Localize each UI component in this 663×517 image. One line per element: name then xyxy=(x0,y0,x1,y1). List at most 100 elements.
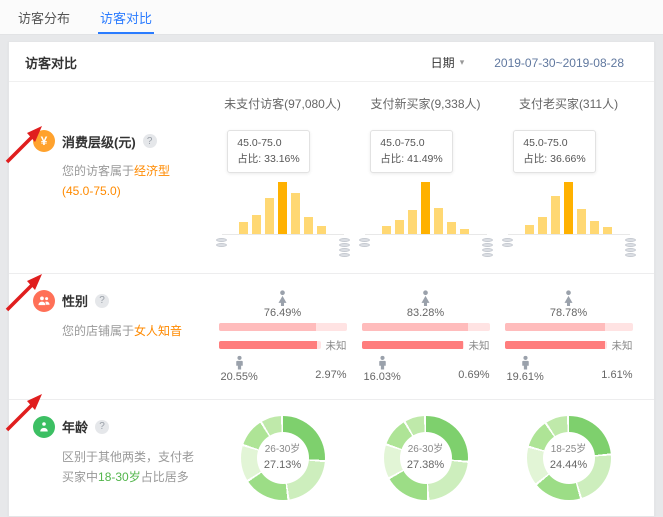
bar xyxy=(265,198,274,233)
female-icon xyxy=(275,290,290,306)
top-tab-bar: 访客分布 访客对比 xyxy=(0,0,663,35)
histogram xyxy=(222,182,344,235)
gender-chart-old-buyers: 78.78% 未知 19.61% 1.61% xyxy=(505,290,633,383)
column-header-new-buyers: 支付新买家(9,338人) xyxy=(354,95,497,112)
date-dropdown-label: 日期 xyxy=(431,54,455,71)
coin-stack-large-icon xyxy=(625,238,636,257)
date-dropdown[interactable]: 日期 ▾ xyxy=(431,54,465,71)
coin-stack-large-icon xyxy=(339,238,350,257)
help-icon[interactable]: ? xyxy=(143,134,157,148)
bar xyxy=(551,196,560,233)
bar xyxy=(460,229,469,234)
male-percent: 19.61% xyxy=(507,371,544,383)
chart-tooltip: 45.0-75.0 占比: 41.49% xyxy=(370,130,452,173)
bar xyxy=(525,225,534,233)
bar xyxy=(291,193,300,233)
gender-row-title: 性别 xyxy=(62,291,88,310)
bar xyxy=(577,209,586,234)
female-percent: 83.28% xyxy=(362,307,490,319)
consumption-row-title: 消费层级(元) xyxy=(62,132,136,151)
consumption-row-desc: 您的访客属于经济型(45.0-75.0) xyxy=(33,161,198,202)
age-row-title: 年龄 xyxy=(62,417,88,436)
consumption-chart-new-buyers: 45.0-75.0 占比: 41.49% xyxy=(354,130,497,257)
male-icon xyxy=(233,355,246,370)
female-bar xyxy=(219,323,347,331)
male-icon xyxy=(376,355,389,370)
bar xyxy=(408,210,417,234)
highlight-bar xyxy=(421,182,430,234)
consumption-label-block: ¥ 消费层级(元) ? 您的访客属于经济型(45.0-75.0) xyxy=(23,130,211,257)
gender-stacked-bar xyxy=(219,341,321,349)
unknown-label: 未知 xyxy=(326,338,347,353)
donut-center-label: 26-30岁 27.13% xyxy=(257,432,309,484)
female-icon xyxy=(561,290,576,306)
age-row-desc: 区别于其他两类，支付老买家中18-30岁占比居多 xyxy=(33,447,198,488)
female-bar xyxy=(362,323,490,331)
tab-visitor-distribution[interactable]: 访客分布 xyxy=(18,0,70,34)
bar xyxy=(538,217,547,234)
row-consumption-level: ¥ 消费层级(元) ? 您的访客属于经济型(45.0-75.0) 45.0-75… xyxy=(9,114,654,273)
gender-stacked-bar xyxy=(362,341,464,349)
donut-center-label: 26-30岁 27.38% xyxy=(400,432,452,484)
date-range-value[interactable]: 2019-07-30~2019-08-28 xyxy=(494,56,624,70)
people-icon xyxy=(33,290,55,312)
age-highlight-text: 18-30岁 xyxy=(98,470,141,484)
histogram xyxy=(508,182,630,235)
chart-tooltip: 45.0-75.0 占比: 33.16% xyxy=(227,130,309,173)
help-icon[interactable]: ? xyxy=(95,294,109,308)
coin-stack-small-icon xyxy=(359,238,370,257)
coin-stack-large-icon xyxy=(482,238,493,257)
female-percent: 78.78% xyxy=(505,307,633,319)
age-label-block: 年龄 ? 区别于其他两类，支付老买家中18-30岁占比居多 xyxy=(23,416,211,500)
gender-stacked-bar xyxy=(505,341,607,349)
consumption-chart-old-buyers: 45.0-75.0 占比: 36.66% xyxy=(497,130,640,257)
gender-label-block: 性别 ? 您的店铺属于女人知音 xyxy=(23,290,211,383)
coin-stack-small-icon xyxy=(216,238,227,257)
bar xyxy=(239,222,248,234)
row-age: 年龄 ? 区别于其他两类，支付老买家中18-30岁占比居多 26-30岁 27.… xyxy=(9,399,654,516)
tab-visitor-comparison[interactable]: 访客对比 xyxy=(100,0,152,34)
gender-highlight-text: 女人知音 xyxy=(134,324,182,338)
coin-stack-small-icon xyxy=(502,238,513,257)
help-icon[interactable]: ? xyxy=(95,420,109,434)
unknown-percent: 1.61% xyxy=(601,369,632,381)
bar xyxy=(447,222,456,234)
chevron-down-icon: ▾ xyxy=(460,57,465,68)
female-percent: 76.49% xyxy=(219,307,347,319)
bar xyxy=(382,226,391,234)
yuan-coin-icon: ¥ xyxy=(33,130,55,152)
bar xyxy=(317,226,326,233)
gender-chart-new-buyers: 83.28% 未知 16.03% 0.69% xyxy=(362,290,490,383)
unknown-label: 未知 xyxy=(612,338,633,353)
column-header-old-buyers: 支付老买家(311人) xyxy=(497,95,640,112)
panel-title: 访客对比 xyxy=(25,53,77,72)
axis-coin-icons xyxy=(359,238,493,257)
male-percent: 16.03% xyxy=(364,371,401,383)
age-chart-old-buyers: 18-25岁 24.44% xyxy=(497,416,640,500)
panel-header: 访客对比 日期 ▾ 2019-07-30~2019-08-28 xyxy=(9,42,654,82)
axis-coin-icons xyxy=(502,238,636,257)
column-header-unpaid: 未支付访客(97,080人) xyxy=(211,95,354,112)
bar xyxy=(304,217,313,234)
axis-coin-icons xyxy=(216,238,350,257)
highlight-bar xyxy=(564,182,573,234)
female-icon xyxy=(418,290,433,306)
male-icon xyxy=(519,355,532,370)
bar xyxy=(603,227,612,233)
age-chart-unpaid: 26-30岁 27.13% xyxy=(211,416,354,500)
visitor-comparison-panel: 访客对比 日期 ▾ 2019-07-30~2019-08-28 未支付访客(97… xyxy=(8,41,655,517)
bar xyxy=(252,215,261,234)
column-header-row: 未支付访客(97,080人) 支付新买家(9,338人) 支付老买家(311人) xyxy=(9,82,654,114)
highlight-bar xyxy=(278,182,287,234)
unknown-percent: 0.69% xyxy=(458,369,489,381)
age-chart-new-buyers: 26-30岁 27.38% xyxy=(354,416,497,500)
bar xyxy=(434,208,443,234)
bar xyxy=(590,221,599,233)
consumption-chart-unpaid: 45.0-75.0 占比: 33.16% xyxy=(211,130,354,257)
female-bar xyxy=(505,323,633,331)
person-icon xyxy=(33,416,55,438)
chart-tooltip: 45.0-75.0 占比: 36.66% xyxy=(513,130,595,173)
gender-row-desc: 您的店铺属于女人知音 xyxy=(33,321,198,341)
donut-center-label: 18-25岁 24.44% xyxy=(543,432,595,484)
male-percent: 20.55% xyxy=(221,371,258,383)
